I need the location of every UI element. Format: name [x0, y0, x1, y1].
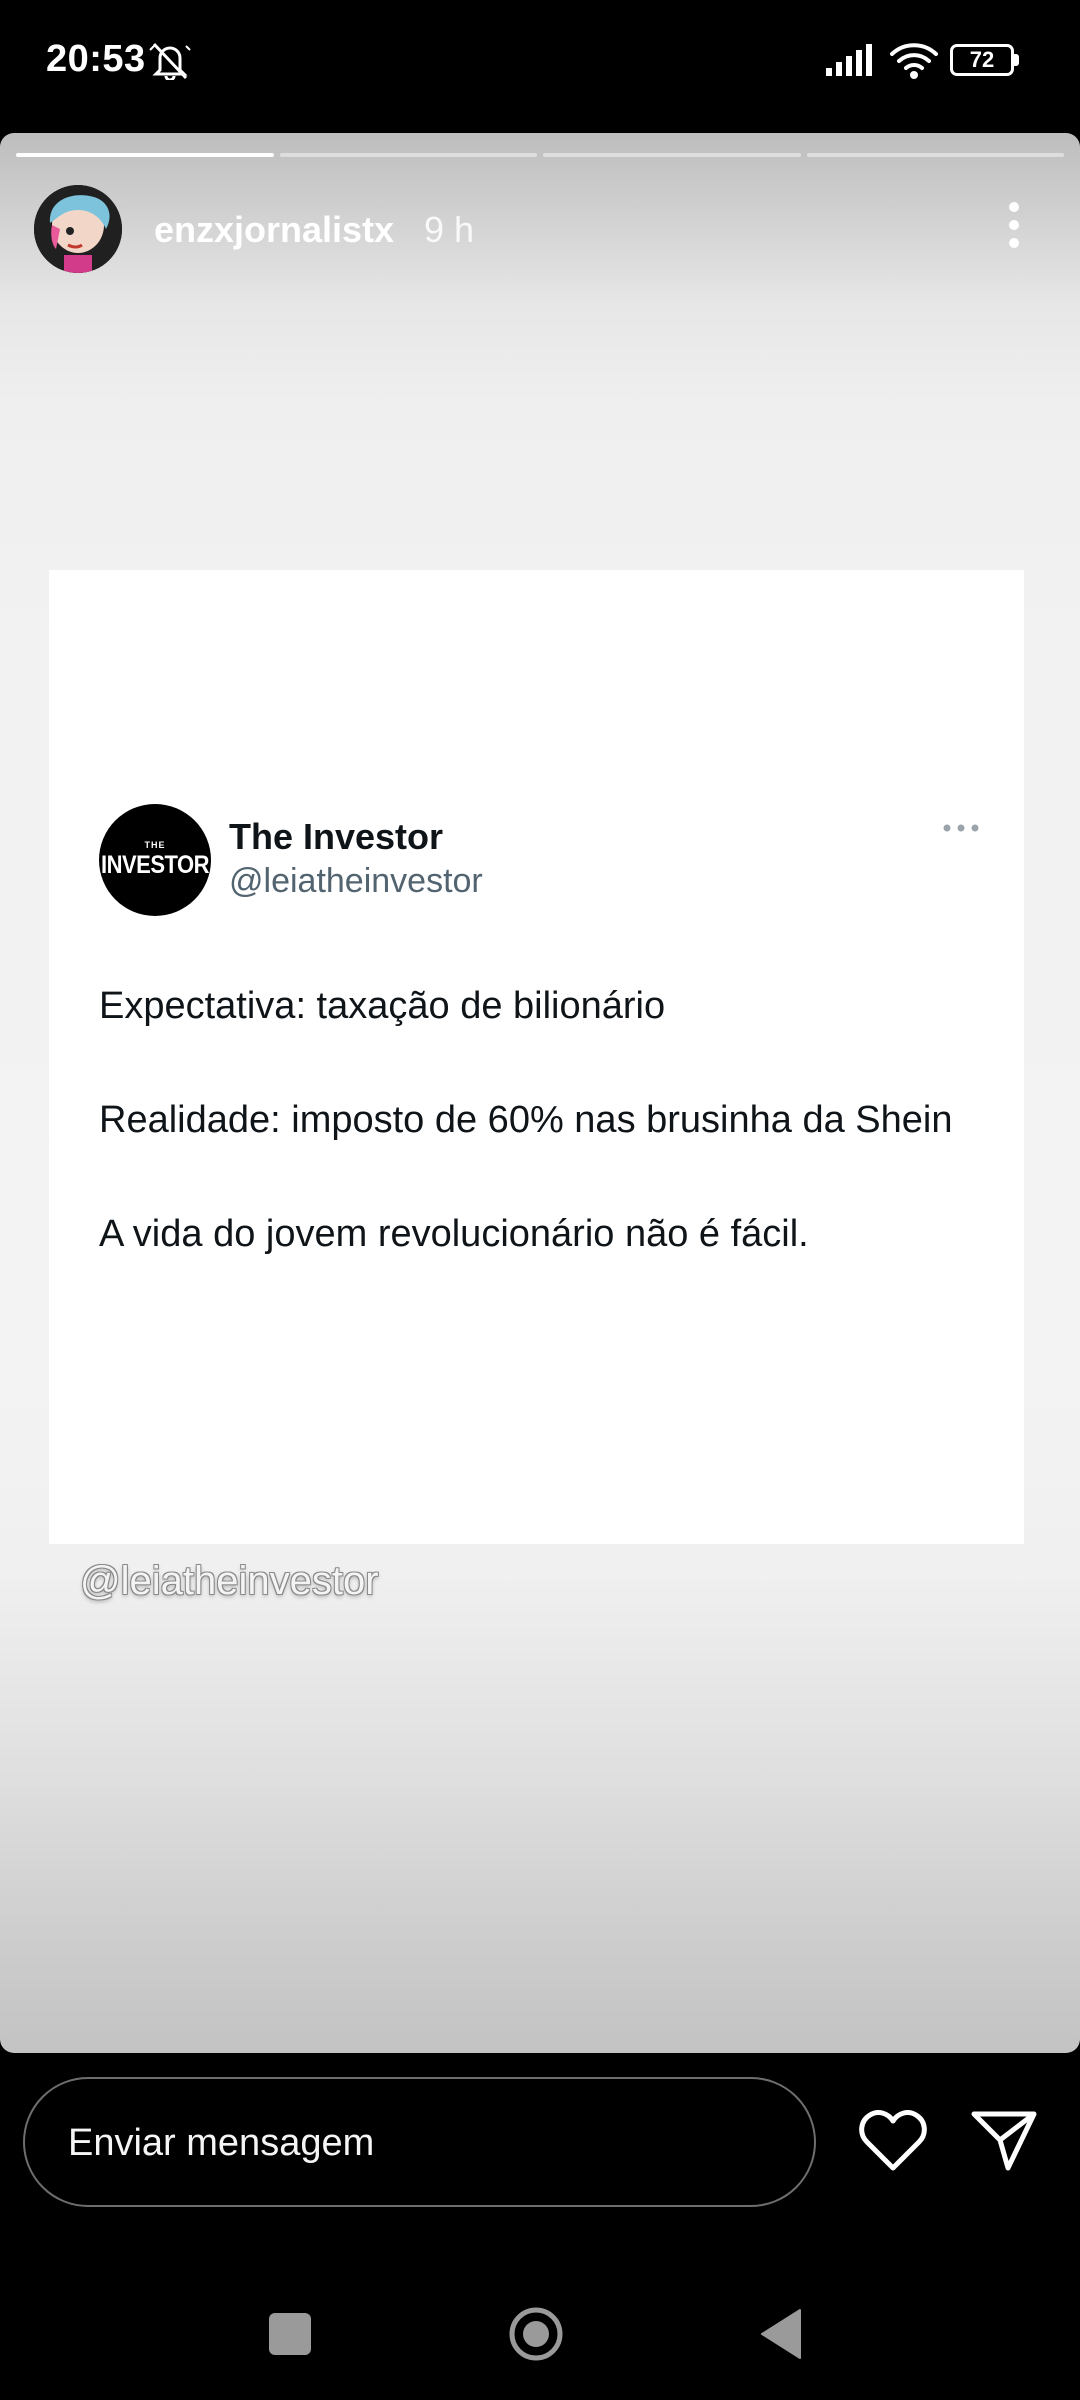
tweet-avatar-logo: THE INVESTOR [99, 804, 211, 916]
story-viewer[interactable]: enzxjornalistx 9 h THE INVESTOR The Inve… [0, 133, 1080, 2053]
wifi-icon [890, 43, 938, 79]
battery-level: 72 [950, 44, 1014, 76]
story-progress [16, 153, 1064, 157]
send-message-input[interactable]: Enviar mensagem [23, 2077, 816, 2207]
watermark-handle: @leiatheinvestor [80, 1559, 379, 1603]
tweet-line: Expectativa: taxação de bilionário [99, 985, 666, 1027]
heart-icon[interactable] [858, 2110, 928, 2172]
instagram-story-screen: 20:53 72 enzxjornalistx 9 h THE INVESTOR… [0, 0, 1080, 2400]
story-username[interactable]: enzxjornalistx [154, 209, 394, 251]
tweet-card: THE INVESTOR The Investor @leiatheinvest… [49, 570, 1024, 1544]
dnd-icon [149, 42, 191, 80]
status-bar: 20:53 72 [0, 0, 1080, 125]
signal-icon [826, 44, 872, 76]
home-icon[interactable] [508, 2306, 564, 2362]
tweet-handle: @leiatheinvestor [229, 862, 483, 900]
back-icon[interactable] [760, 2308, 802, 2360]
tweet-line: Realidade: imposto de 60% nas brusinha d… [99, 1099, 953, 1141]
story-time: 9 h [424, 209, 475, 250]
tweet-line: A vida do jovem revolucionário não é fác… [99, 1213, 809, 1255]
recents-icon[interactable] [269, 2313, 311, 2355]
status-time: 20:53 [46, 38, 146, 80]
story-header: enzxjornalistx 9 h [34, 185, 1054, 275]
tweet-display-name: The Investor [229, 816, 444, 857]
send-icon[interactable] [970, 2108, 1038, 2172]
tweet-text: Expectativa: taxação de bilionário Reali… [99, 978, 979, 1263]
progress-segment [543, 153, 801, 157]
progress-segment [806, 153, 1064, 157]
send-message-placeholder: Enviar mensagem [68, 2122, 375, 2164]
tweet-more-icon [943, 824, 979, 832]
logo-small-text: THE [144, 840, 166, 850]
progress-segment [16, 153, 274, 157]
progress-segment [279, 153, 537, 157]
battery-icon: 72 [950, 44, 1022, 76]
avatar[interactable] [34, 185, 122, 273]
logo-main-text: INVESTOR [100, 850, 210, 879]
more-options-icon[interactable] [996, 197, 1032, 253]
